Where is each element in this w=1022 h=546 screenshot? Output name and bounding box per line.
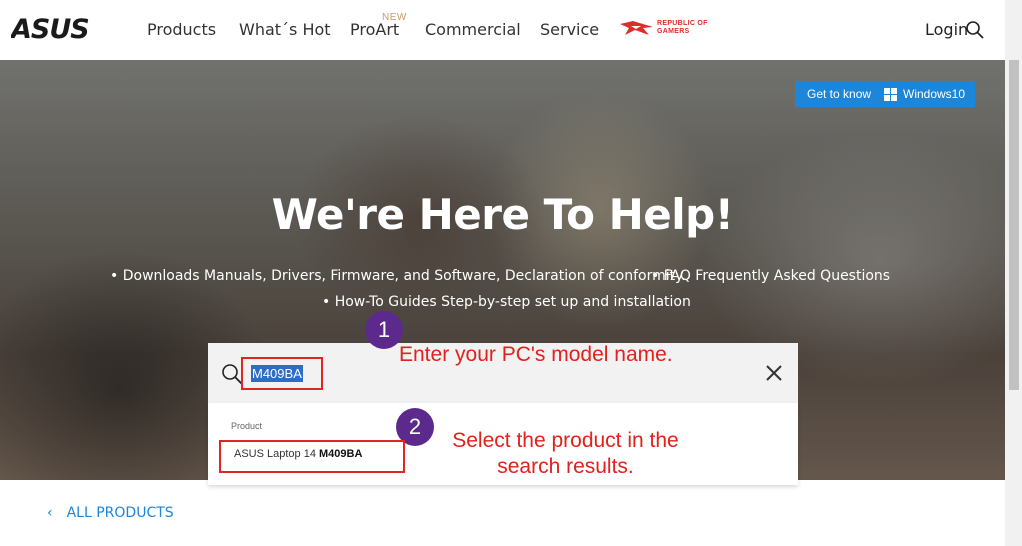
search-icon[interactable] <box>965 20 985 40</box>
step-2-text-line2: search results. <box>497 455 634 478</box>
bullet-howto[interactable]: • How-To Guides Step-by-step set up and … <box>322 294 691 310</box>
bullet-faq[interactable]: • FAQ Frequently Asked Questions <box>651 268 890 284</box>
top-navbar: ASUS Products What´s Hot NEW ProArt Comm… <box>0 0 1005 60</box>
search-result-item[interactable]: ASUS Laptop 14 M409BA <box>234 448 362 460</box>
close-icon[interactable] <box>764 363 784 383</box>
page-scrollbar[interactable] <box>1005 0 1022 546</box>
step-1-badge: 1 <box>365 311 403 349</box>
all-products-label: ALL PRODUCTS <box>66 505 174 521</box>
scrollbar-thumb[interactable] <box>1009 60 1019 390</box>
nav-products[interactable]: Products <box>147 20 216 39</box>
rog-logo[interactable]: REPUBLIC OF GAMERS <box>619 18 719 40</box>
step-2-badge: 2 <box>396 408 434 446</box>
rog-text-line2: GAMERS <box>657 28 690 35</box>
step-2-text: Select the product in the search results… <box>433 428 698 480</box>
windows10-button-name: Windows10 <box>903 87 966 101</box>
bullet-downloads[interactable]: • Downloads Manuals, Drivers, Firmware, … <box>110 268 686 284</box>
bullet-howto-text: How-To Guides Step-by-step set up and in… <box>334 294 691 310</box>
nav-service[interactable]: Service <box>540 20 599 39</box>
windows-logo-icon <box>884 88 897 101</box>
all-products-link[interactable]: ‹ ALL PRODUCTS <box>47 505 174 521</box>
nav-commercial[interactable]: Commercial <box>425 20 521 39</box>
asus-logo[interactable]: ASUS <box>11 17 117 41</box>
step-2-text-line1: Select the product in the <box>452 429 679 452</box>
bullet-downloads-text: Downloads Manuals, Drivers, Firmware, an… <box>122 268 686 284</box>
result-prefix: ASUS Laptop 14 <box>234 448 316 460</box>
rog-eye-icon <box>620 21 653 35</box>
result-bold: M409BA <box>319 448 363 460</box>
windows10-button[interactable]: Get to know Windows10 <box>795 81 975 107</box>
nav-whats-hot[interactable]: What´s Hot <box>239 20 331 39</box>
results-category-label: Product <box>231 421 263 431</box>
svg-text:ASUS: ASUS <box>11 17 89 41</box>
search-icon <box>222 364 243 385</box>
login-link[interactable]: Login <box>925 20 968 39</box>
bullet-faq-text: FAQ Frequently Asked Questions <box>663 268 891 284</box>
nav-proart[interactable]: ProArt <box>350 20 399 39</box>
windows10-button-prefix: Get to know <box>807 87 872 101</box>
search-input[interactable]: M409BA <box>251 365 303 382</box>
step-1-text: Enter your PC's model name. <box>399 343 673 366</box>
hero-title: We're Here To Help! <box>271 190 734 239</box>
rog-text-line1: REPUBLIC OF <box>657 20 708 27</box>
chevron-left-icon: ‹ <box>47 505 53 521</box>
